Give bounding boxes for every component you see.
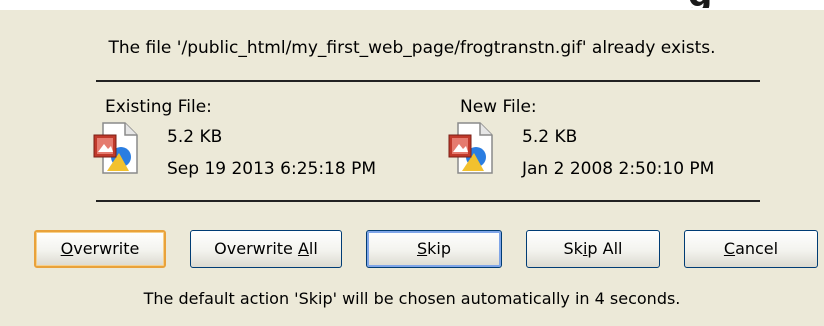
title-text-fragment: g [688, 0, 806, 8]
top-divider [96, 80, 760, 82]
mnemonic-a: A [297, 239, 309, 258]
mnemonic-c: C [723, 239, 736, 258]
mnemonic-s: S [416, 239, 428, 258]
image-file-icon [93, 122, 138, 174]
new-file-info: New File: 5.2 KB Jan 2 2008 2:50:10 PM [448, 97, 780, 197]
title-bar-fragment: g [0, 0, 824, 10]
bottom-divider [96, 200, 760, 202]
file-exists-message: The file '/public_html/my_first_web_page… [108, 38, 716, 58]
overwrite-button[interactable]: Overwrite [34, 230, 166, 268]
new-file-date: Jan 2 2008 2:50:10 PM [522, 159, 715, 179]
new-file-size: 5.2 KB [522, 127, 578, 147]
image-file-icon [448, 122, 493, 174]
mnemonic-o: O [60, 239, 74, 258]
skip-all-button[interactable]: Skip All [526, 230, 660, 268]
existing-file-heading: Existing File: [105, 97, 212, 117]
new-file-heading: New File: [460, 97, 537, 117]
existing-file-info: Existing File: 5.2 KB Sep 19 2013 6:25:1… [93, 97, 425, 197]
existing-file-size: 5.2 KB [167, 127, 223, 147]
overwrite-all-button[interactable]: Overwrite All [190, 230, 342, 268]
skip-button[interactable]: Skip [366, 230, 502, 268]
cancel-button[interactable]: Cancel [684, 230, 818, 268]
auto-action-countdown: The default action 'Skip' will be chosen… [143, 289, 681, 308]
existing-file-date: Sep 19 2013 6:25:18 PM [167, 159, 377, 179]
